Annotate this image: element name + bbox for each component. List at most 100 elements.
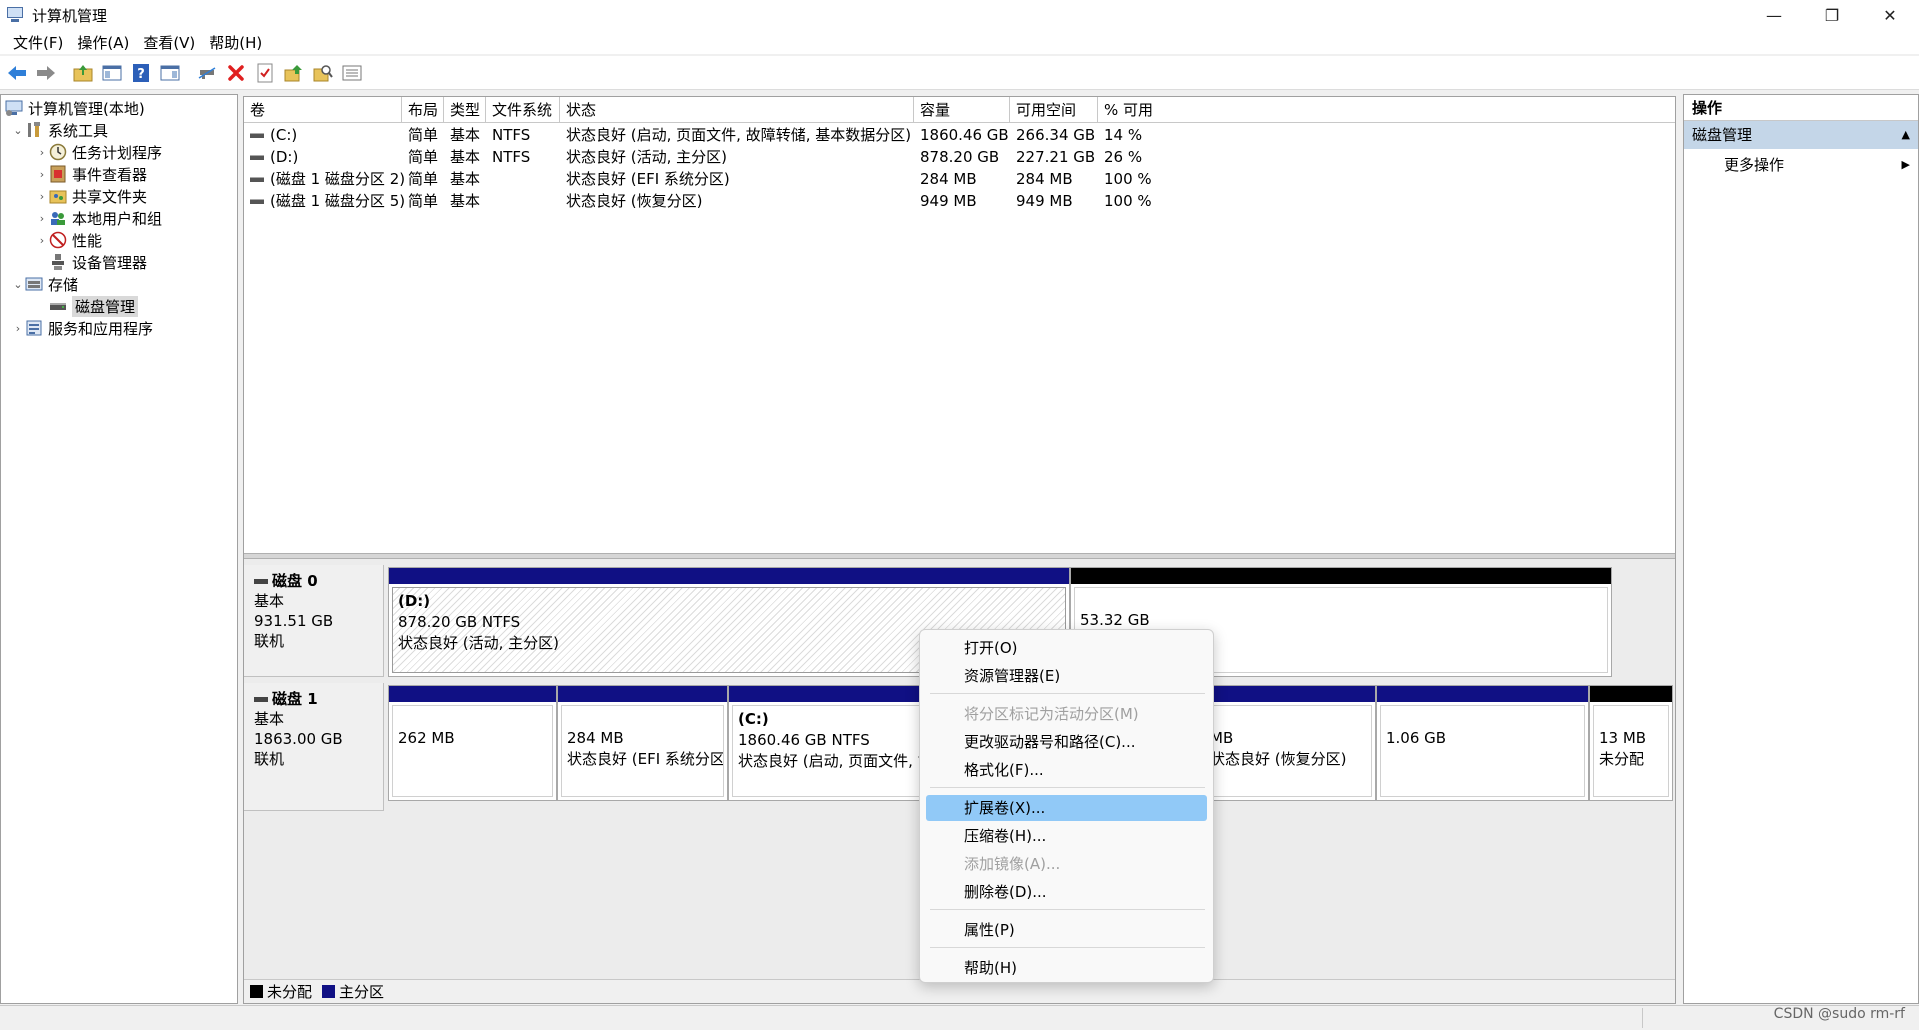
back-icon[interactable] xyxy=(4,60,30,86)
chevron-right-icon[interactable]: › xyxy=(35,168,49,181)
tree-label: 设备管理器 xyxy=(72,253,148,272)
filesystem-cell xyxy=(486,190,492,212)
chevron-right-icon[interactable]: › xyxy=(35,190,49,203)
disk-status: 联机 xyxy=(254,750,285,768)
context-menu: 打开(O) 资源管理器(E) 将分区标记为活动分区(M) 更改驱动器号和路径(C… xyxy=(919,629,1214,983)
type-cell: 基本 xyxy=(450,126,481,144)
partition-size: 262 MB xyxy=(398,729,455,747)
menu-item-delete-volume[interactable]: 删除卷(D)... xyxy=(926,879,1207,905)
volume-name: (C:) xyxy=(270,126,298,144)
chevron-down-icon[interactable]: ⌄ xyxy=(11,124,25,137)
column-header-capacity[interactable]: 容量 xyxy=(914,97,1010,123)
tree-item-performance[interactable]: › 性能 xyxy=(35,229,102,251)
partition-disk-1-1[interactable]: 262 MB xyxy=(388,685,557,801)
partition-status: 未分配 xyxy=(1599,750,1645,768)
chevron-right-icon[interactable]: › xyxy=(35,146,49,159)
menu-separator xyxy=(930,947,1205,948)
tree-item-device-manager[interactable]: 设备管理器 xyxy=(35,251,147,273)
chevron-right-icon[interactable]: › xyxy=(35,234,49,247)
table-row[interactable]: (磁盘 1 磁盘分区 5) 简单 基本 状态良好 (恢复分区) 949 MB 9… xyxy=(244,190,1675,212)
tree-label: 服务和应用程序 xyxy=(48,319,154,338)
tree-item-task-scheduler[interactable]: › 任务计划程序 xyxy=(35,141,162,163)
menu-item-shrink-volume[interactable]: 压缩卷(H)... xyxy=(926,823,1207,849)
partition-recovery[interactable]: MB 状态良好 (恢复分区) xyxy=(1200,685,1376,801)
actions-section-disk-management[interactable]: 磁盘管理 ▲ xyxy=(1684,121,1918,149)
tree-item-root[interactable]: 计算机管理(本地) xyxy=(5,97,145,119)
tree-item-event-viewer[interactable]: › 事件查看器 xyxy=(35,163,147,185)
tree-item-shared-folders[interactable]: › 共享文件夹 xyxy=(35,185,147,207)
partition-disk-1-6[interactable]: 1.06 GB xyxy=(1376,685,1589,801)
partition-body: 262 MB xyxy=(392,705,553,797)
table-row[interactable]: (磁盘 1 磁盘分区 2) 简单 基本 状态良好 (EFI 系统分区) 284 … xyxy=(244,168,1675,190)
legend-unallocated: 未分配 xyxy=(250,981,312,1002)
tree-item-disk-management[interactable]: 磁盘管理 xyxy=(35,295,139,317)
legend-label: 未分配 xyxy=(267,983,313,1001)
menu-item-extend-volume[interactable]: 扩展卷(X)... xyxy=(926,795,1207,821)
menu-item-help[interactable]: 帮助(H) xyxy=(926,955,1207,981)
volume-icon xyxy=(250,177,264,182)
menu-action[interactable]: 操作(A) xyxy=(70,32,136,53)
more-actions-item[interactable]: 更多操作 ▶ xyxy=(1684,149,1918,181)
disk-icon xyxy=(254,579,268,584)
users-icon xyxy=(49,209,67,227)
connect-icon[interactable] xyxy=(194,60,220,86)
tree-label: 事件查看器 xyxy=(72,165,148,184)
table-row[interactable]: (C:) 简单 基本 NTFS 状态良好 (启动, 页面文件, 故障转储, 基本… xyxy=(244,124,1675,146)
close-button[interactable]: ✕ xyxy=(1861,0,1919,30)
column-header-filesystem[interactable]: 文件系统 xyxy=(486,97,560,123)
free-space-cell: 227.21 GB xyxy=(1016,148,1096,166)
tools-icon xyxy=(25,121,43,139)
table-row[interactable]: (D:) 简单 基本 NTFS 状态良好 (活动, 主分区) 878.20 GB… xyxy=(244,146,1675,168)
status-cell: 状态良好 (活动, 主分区) xyxy=(566,148,728,166)
menu-item-format[interactable]: 格式化(F)... xyxy=(926,757,1207,783)
primary-partition-bar xyxy=(389,568,1069,584)
column-header-free-space[interactable]: 可用空间 xyxy=(1010,97,1098,123)
menu-item-explore[interactable]: 资源管理器(E) xyxy=(926,663,1207,689)
column-header-volume[interactable]: 卷 xyxy=(244,97,402,123)
chevron-down-icon[interactable]: ⌄ xyxy=(11,278,25,291)
column-header-status[interactable]: 状态 xyxy=(560,97,914,123)
show-hide-action-icon[interactable] xyxy=(157,60,183,86)
menu-item-properties[interactable]: 属性(P) xyxy=(926,917,1207,943)
delete-icon[interactable] xyxy=(223,60,249,86)
tree-item-local-users[interactable]: › 本地用户和组 xyxy=(35,207,162,229)
tree-item-storage[interactable]: ⌄ 存储 xyxy=(11,273,78,295)
search-icon[interactable] xyxy=(310,60,336,86)
column-header-type[interactable]: 类型 xyxy=(444,97,486,123)
partition-efi[interactable]: 284 MB 状态良好 (EFI 系统分区 xyxy=(557,685,728,801)
type-cell: 基本 xyxy=(450,192,481,210)
disk-status: 联机 xyxy=(254,632,285,650)
forward-icon[interactable] xyxy=(33,60,59,86)
disk-0-label[interactable]: 磁盘 0 基本 931.51 GB 联机 xyxy=(244,565,384,677)
unallocated-bar xyxy=(1071,568,1611,584)
restore-button[interactable]: ❐ xyxy=(1803,0,1861,30)
menu-view[interactable]: 查看(V) xyxy=(136,32,202,53)
menu-help[interactable]: 帮助(H) xyxy=(202,32,269,53)
up-folder-icon[interactable] xyxy=(70,60,96,86)
tree-item-system-tools[interactable]: ⌄ 系统工具 xyxy=(11,119,108,141)
disk-1-label[interactable]: 磁盘 1 基本 1863.00 GB 联机 xyxy=(244,683,384,811)
unallocated-swatch xyxy=(250,985,263,998)
collapse-arrow-icon[interactable]: ▲ xyxy=(1902,121,1910,149)
help-icon[interactable]: ? xyxy=(128,60,154,86)
tree-label: 任务计划程序 xyxy=(72,143,163,162)
window-controls: — ❐ ✕ xyxy=(1745,0,1919,30)
unallocated-space-disk-1[interactable]: 13 MB 未分配 xyxy=(1589,685,1673,801)
minimize-button[interactable]: — xyxy=(1745,0,1803,30)
event-log-icon xyxy=(49,165,67,183)
chevron-right-icon[interactable]: › xyxy=(11,322,25,335)
properties-icon[interactable] xyxy=(252,60,278,86)
navigation-tree: 计算机管理(本地) ⌄ 系统工具 › 任务计划程序 › 事件查看器 › 共享文件… xyxy=(0,94,238,1004)
column-header-layout[interactable]: 布局 xyxy=(402,97,444,123)
menu-item-add-mirror: 添加镜像(A)... xyxy=(964,855,1061,873)
show-hide-tree-icon[interactable] xyxy=(99,60,125,86)
chevron-right-icon[interactable]: › xyxy=(35,212,49,225)
menu-item-open[interactable]: 打开(O) xyxy=(926,635,1207,661)
percent-free-cell: 100 % xyxy=(1104,170,1152,188)
menu-file[interactable]: 文件(F) xyxy=(6,32,70,53)
menu-item-change-drive-letter[interactable]: 更改驱动器号和路径(C)... xyxy=(926,729,1207,755)
tree-item-services-apps[interactable]: › 服务和应用程序 xyxy=(11,317,153,339)
list-view-icon[interactable] xyxy=(339,60,365,86)
export-icon[interactable] xyxy=(281,60,307,86)
column-header-percent-free[interactable]: % 可用 xyxy=(1098,97,1677,123)
